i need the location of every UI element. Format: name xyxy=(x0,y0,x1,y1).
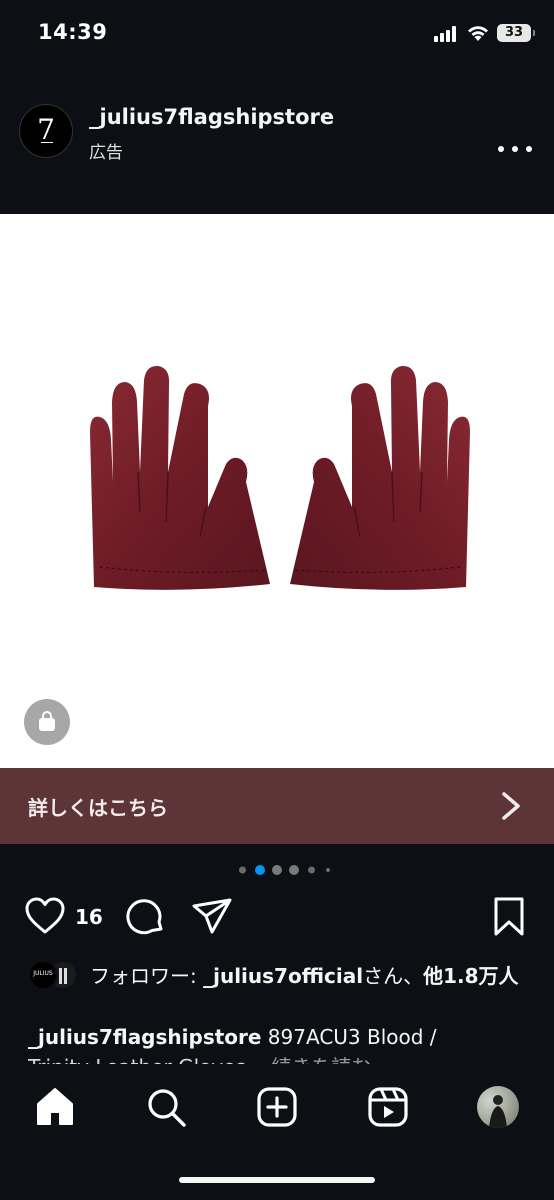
carousel-dot xyxy=(239,866,246,874)
follower-name[interactable]: _julius7official xyxy=(203,964,363,988)
followers-middle: さん、 xyxy=(363,964,424,988)
battery-icon: 33 xyxy=(497,24,535,42)
followers-others[interactable]: 他1.8万人 xyxy=(423,964,518,988)
caption-account[interactable]: _julius7flagshipstore xyxy=(28,1025,261,1049)
followers-summary[interactable]: JULIUS フォロワー: _julius7officialさん、他1.8万人 xyxy=(0,958,554,1018)
gloves-image xyxy=(90,365,470,590)
cta-learn-more-button[interactable]: 詳しくはこちら xyxy=(0,768,554,844)
carousel-dot-active xyxy=(255,865,265,875)
search-icon[interactable] xyxy=(145,1086,187,1128)
signal-icon xyxy=(434,26,460,42)
cta-label: 詳しくはこちら xyxy=(28,796,168,820)
bookmark-icon[interactable] xyxy=(492,896,526,938)
followers-text: フォロワー: _julius7officialさん、他1.8万人 xyxy=(90,962,530,990)
follower-avatar: JULIUS xyxy=(28,960,58,990)
share-icon[interactable] xyxy=(190,896,234,938)
post-actions: 16 xyxy=(0,896,554,940)
profile-avatar[interactable] xyxy=(477,1086,519,1128)
post-header: 7 _julius7flagshipstore 広告 xyxy=(0,64,554,214)
like-count[interactable]: 16 xyxy=(75,905,103,929)
create-icon[interactable] xyxy=(256,1086,298,1128)
reels-icon[interactable] xyxy=(367,1086,409,1128)
shopping-bag-icon[interactable] xyxy=(24,699,70,745)
carousel-dot xyxy=(289,865,299,875)
chevron-right-icon xyxy=(502,792,520,820)
sponsored-label: 広告 xyxy=(89,143,123,163)
carousel-dot xyxy=(272,865,282,875)
status-bar: 14:39 33 xyxy=(0,0,554,64)
post-media[interactable] xyxy=(0,214,554,768)
carousel-dot xyxy=(326,868,330,872)
comment-icon[interactable] xyxy=(124,896,166,938)
caption-text: 897ACU3 Blood / xyxy=(261,1025,437,1049)
followers-prefix: フォロワー: xyxy=(90,964,204,988)
home-icon[interactable] xyxy=(34,1086,76,1128)
heart-icon[interactable] xyxy=(24,896,66,936)
more-options-icon[interactable] xyxy=(498,144,532,154)
account-avatar[interactable]: 7 xyxy=(19,104,73,158)
account-name[interactable]: _julius7flagshipstore xyxy=(89,105,334,129)
carousel-indicator xyxy=(0,864,554,876)
status-time: 14:39 xyxy=(38,20,108,44)
wifi-icon xyxy=(468,26,488,41)
home-indicator xyxy=(179,1177,375,1183)
carousel-dot xyxy=(308,866,315,874)
